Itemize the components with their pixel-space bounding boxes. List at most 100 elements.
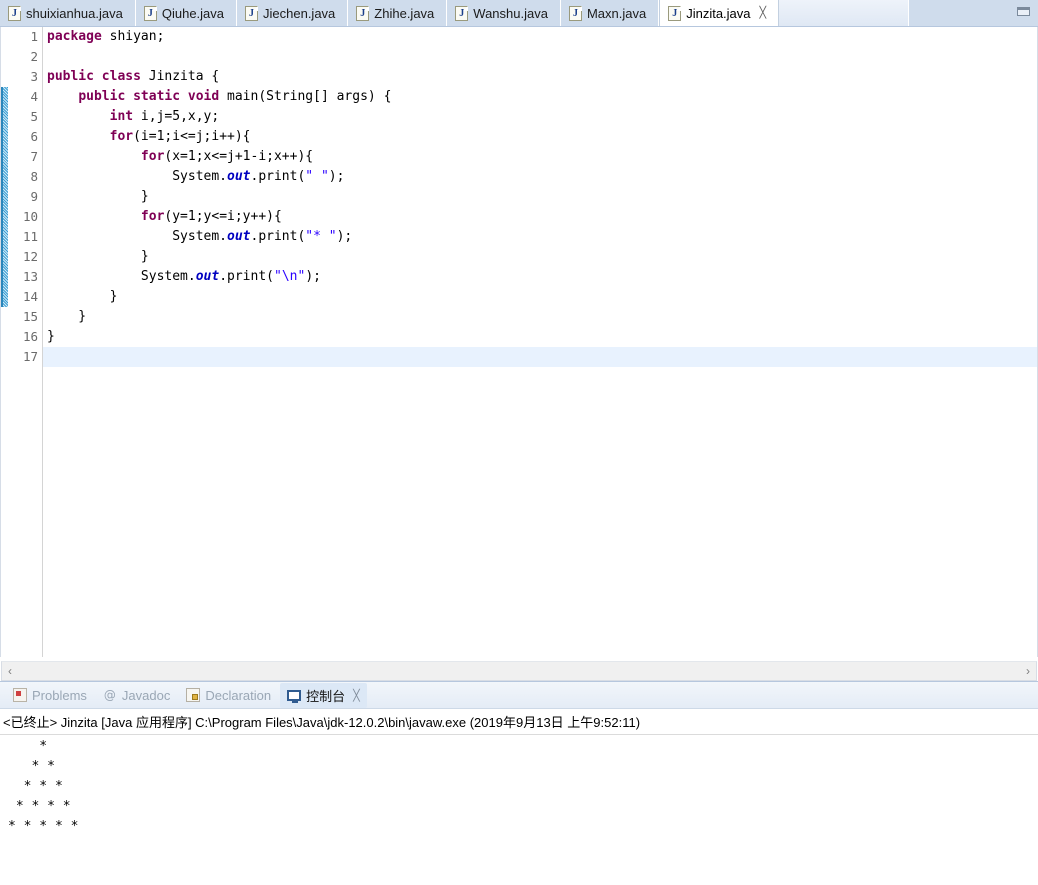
code-token-pln: } <box>47 329 55 344</box>
view-tab-console[interactable]: 控制台 ╳ <box>280 682 367 708</box>
code-token-kw: for <box>109 129 134 144</box>
editor-tab-qiuhe-java[interactable]: Qiuhe.java <box>135 0 238 26</box>
editor-tab-label: Qiuhe.java <box>161 5 225 21</box>
code-editor[interactable]: 1 2 3 4 5 6 7 8 9 10 11 12 13 14 15 16 17 package shiyan… <box>0 27 1038 657</box>
code-token-stat: out <box>227 229 251 244</box>
bottom-view-stack: Problems @ Javadoc Declaration 控制台 ╳ <已终止> Ji… <box>0 681 1038 837</box>
code-token-pln <box>47 89 78 104</box>
code-token-str: " " <box>305 169 329 184</box>
console-launch-status: <已终止> Jinzita [Java 应用程序] C:\Program Fil… <box>0 709 1038 735</box>
java-file-icon <box>245 5 259 21</box>
editor-tab-zhihe-java[interactable]: Zhihe.java <box>348 0 448 26</box>
code-token-pln: ); <box>336 229 353 244</box>
close-icon[interactable]: ╳ <box>353 689 360 702</box>
line-number-ruler: 1 2 3 4 5 6 7 8 9 10 11 12 13 14 15 16 17 <box>23 27 38 367</box>
code-token-str: "* " <box>305 229 337 244</box>
code-token-pln: (x=1;x<=j+1-i;x++){ <box>164 149 314 164</box>
change-bar-marker <box>1 87 8 307</box>
java-file-icon <box>143 5 157 21</box>
code-token-pln <box>47 149 141 164</box>
code-token-kw: public class <box>47 69 141 84</box>
code-token-pln: } <box>47 189 149 204</box>
code-token-str: "\n" <box>274 269 306 284</box>
line-number: 12 <box>22 249 38 264</box>
view-tab-declaration[interactable]: Declaration <box>179 685 278 706</box>
code-line[interactable]: int i,j=5,x,y; <box>47 107 1037 127</box>
editor-horizontal-scrollbar[interactable]: ‹ › <box>1 661 1037 681</box>
java-file-icon <box>568 5 582 21</box>
view-tab-javadoc[interactable]: @ Javadoc <box>96 685 177 706</box>
line-number: 6 <box>30 129 38 144</box>
editor-tab-shuixianhua-java[interactable]: shuixianhua.java <box>0 0 136 26</box>
code-line[interactable]: for(i=1;i<=j;i++){ <box>47 127 1037 147</box>
code-line[interactable]: public static void main(String[] args) { <box>47 87 1037 107</box>
editor-tab-wanshu-java[interactable]: Wanshu.java <box>447 0 561 26</box>
code-token-pln: System. <box>47 229 228 244</box>
editor-tab-strip: shuixianhua.java Qiuhe.java Jiechen.java Zh… <box>0 0 908 26</box>
code-line[interactable] <box>47 47 1037 67</box>
source-code-area[interactable]: package shiyan; public class Jinzita { p… <box>43 27 1037 657</box>
editor-tab-label: Wanshu.java <box>473 5 548 21</box>
editor-tab-label: Maxn.java <box>586 5 647 21</box>
editor-gutter[interactable]: 1 2 3 4 5 6 7 8 9 10 11 12 13 14 15 16 17 <box>1 27 43 657</box>
code-token-stat: out <box>195 269 220 284</box>
code-line[interactable]: } <box>47 287 1037 307</box>
editor-tab-jinzita-java[interactable]: Jinzita.java ╳ <box>659 0 780 26</box>
code-line[interactable]: } <box>47 247 1037 267</box>
code-token-pln: } <box>47 309 87 324</box>
scroll-right-arrow-icon[interactable]: › <box>1026 664 1030 678</box>
code-line[interactable]: public class Jinzita { <box>47 67 1037 87</box>
code-line[interactable]: } <box>47 187 1037 207</box>
editor-tab-bar: shuixianhua.java Qiuhe.java Jiechen.java Zh… <box>0 0 1038 27</box>
editor-tab-label: Jiechen.java <box>263 5 336 21</box>
code-token-pln <box>47 129 110 144</box>
editor-tab-maxn-java[interactable]: Maxn.java <box>560 0 660 26</box>
line-number: 13 <box>22 269 38 284</box>
code-line[interactable]: System.out.print(" "); <box>47 167 1037 187</box>
line-number: 11 <box>22 229 38 244</box>
tab-bar-filler <box>908 0 1038 26</box>
code-line[interactable]: package shiyan; <box>47 27 1037 47</box>
code-token-pln: (i=1;i<=j;i++){ <box>133 129 251 144</box>
view-tab-label: Javadoc <box>121 687 171 703</box>
code-token-kw: int <box>109 109 134 124</box>
editor-tab-jiechen-java[interactable]: Jiechen.java <box>237 0 349 26</box>
code-token-pln: } <box>47 289 118 304</box>
editor-tab-label: shuixianhua.java <box>26 5 123 21</box>
editor-tab-label: Jinzita.java <box>686 5 751 21</box>
code-token-pln: .print( <box>250 229 306 244</box>
code-token-pln: System. <box>47 169 228 184</box>
code-token-pln: Jinzita { <box>140 69 220 84</box>
view-tab-problems[interactable]: Problems <box>6 685 94 706</box>
line-number: 16 <box>22 329 38 344</box>
minimize-restore-icon[interactable] <box>1017 7 1031 16</box>
code-line[interactable]: for(x=1;x<=j+1-i;x++){ <box>47 147 1037 167</box>
code-line[interactable]: } <box>47 327 1037 347</box>
view-tab-label: Declaration <box>205 687 272 703</box>
code-line[interactable]: System.out.print("\n"); <box>47 267 1037 287</box>
code-token-pln: shiyan; <box>101 29 165 44</box>
code-token-pln: ); <box>328 169 345 184</box>
code-token-kw: public static void <box>78 89 220 104</box>
code-token-kw: for <box>140 149 165 164</box>
code-token-pln: main(String[] args) { <box>219 89 392 104</box>
line-number: 9 <box>30 189 38 204</box>
line-number: 7 <box>30 149 38 164</box>
line-number: 2 <box>30 49 38 64</box>
code-token-kw: for <box>140 209 165 224</box>
code-line[interactable]: for(y=1;y<=i;y++){ <box>47 207 1037 227</box>
code-token-stat: out <box>227 169 251 184</box>
code-token-pln: (y=1;y<=i;y++){ <box>164 209 282 224</box>
view-tab-bar: Problems @ Javadoc Declaration 控制台 ╳ <box>0 682 1038 709</box>
java-file-icon <box>668 5 682 21</box>
code-line[interactable]: System.out.print("* "); <box>47 227 1037 247</box>
code-line[interactable] <box>43 347 1037 367</box>
scroll-left-arrow-icon[interactable]: ‹ <box>8 664 12 678</box>
code-token-kw: package <box>47 29 102 44</box>
line-number: 5 <box>30 109 38 124</box>
code-line[interactable]: } <box>47 307 1037 327</box>
close-icon[interactable]: ╳ <box>760 7 767 19</box>
java-file-icon <box>455 5 469 21</box>
code-token-pln: .print( <box>219 269 274 284</box>
code-token-pln <box>47 109 110 124</box>
